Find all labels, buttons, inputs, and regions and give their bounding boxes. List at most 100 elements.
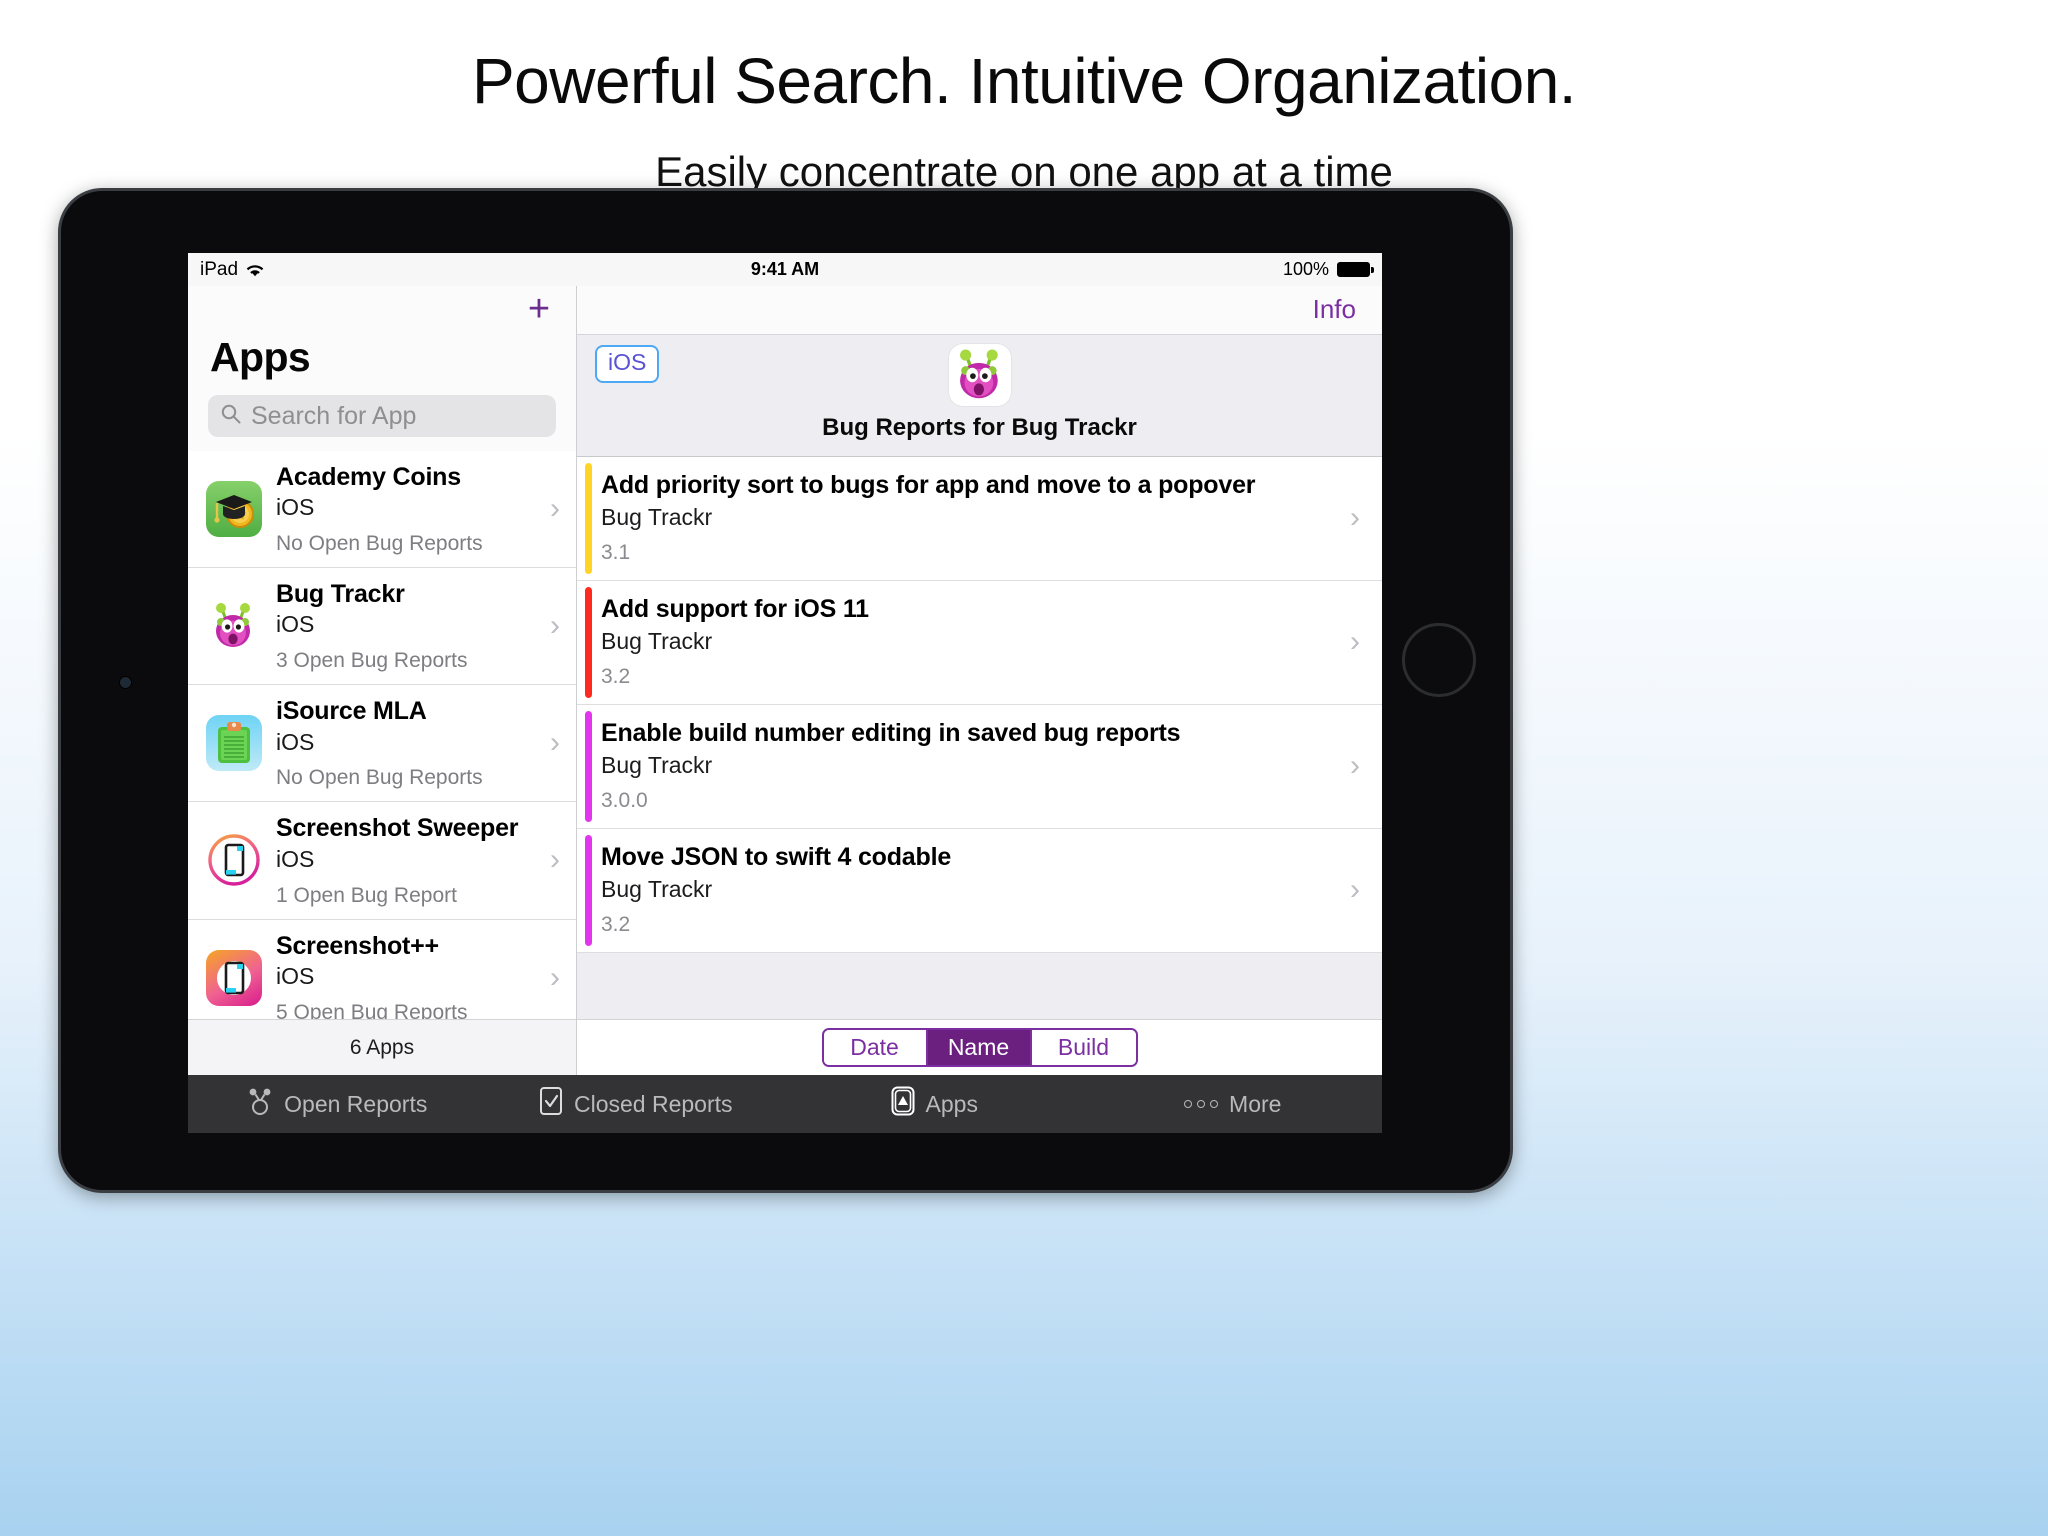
status-bar: iPad 9:41 AM 100% bbox=[188, 253, 1382, 286]
priority-indicator bbox=[585, 835, 592, 946]
app-bug-count: No Open Bug Reports bbox=[276, 532, 483, 556]
table-row[interactable]: Move JSON to swift 4 codable Bug Trackr … bbox=[577, 829, 1382, 953]
open-reports-icon bbox=[247, 1086, 273, 1122]
sort-segment-date[interactable]: Date bbox=[823, 1030, 928, 1065]
split-view: + Apps Search for App Academy Coins iOS … bbox=[188, 286, 1382, 1075]
table-row[interactable]: Enable build number editing in saved bug… bbox=[577, 705, 1382, 829]
screenshot-sweeper-app-icon bbox=[206, 832, 262, 889]
bug-app-name: Bug Trackr bbox=[601, 504, 713, 530]
battery-full-icon bbox=[1337, 262, 1374, 277]
page-title: Apps bbox=[210, 334, 311, 380]
more-dots-icon bbox=[1184, 1100, 1219, 1108]
status-bar-clock: 9:41 AM bbox=[750, 259, 820, 279]
chevron-right-icon: › bbox=[1350, 624, 1360, 658]
list-item-meta: Academy Coins iOS No Open Bug Reports bbox=[276, 462, 530, 556]
status-bar-right: 100% bbox=[1282, 259, 1374, 280]
empty-list-area bbox=[577, 953, 1382, 1019]
tab-label: Apps bbox=[925, 1090, 978, 1117]
bug-app-name: Bug Trackr bbox=[601, 876, 713, 902]
bug-trackr-app-icon bbox=[206, 598, 262, 655]
search-input[interactable] bbox=[251, 401, 544, 431]
list-item-meta: Screenshot++ iOS 5 Open Bug Reports bbox=[276, 931, 530, 1019]
list-item[interactable]: iSource MLA iOS No Open Bug Reports › bbox=[188, 685, 576, 803]
sort-segmented-control[interactable]: Date Name Build bbox=[821, 1028, 1138, 1067]
apps-sidebar: + Apps Search for App Academy Coins iOS … bbox=[188, 286, 577, 1075]
tab-closed-reports[interactable]: Closed Reports bbox=[487, 1086, 786, 1122]
app-platform: iOS bbox=[276, 728, 315, 755]
bug-row-content: Enable build number editing in saved bug… bbox=[601, 718, 1344, 813]
app-bug-count: 1 Open Bug Report bbox=[276, 883, 457, 907]
bug-version: 3.1 bbox=[601, 541, 631, 564]
app-name: iSource MLA bbox=[276, 697, 427, 726]
battery-percent-label: 100% bbox=[1282, 259, 1329, 279]
list-item[interactable]: Screenshot++ iOS 5 Open Bug Reports › bbox=[188, 919, 576, 1019]
app-name: Academy Coins bbox=[276, 463, 461, 491]
priority-indicator bbox=[585, 463, 592, 574]
bug-report-list[interactable]: Add priority sort to bugs for app and mo… bbox=[577, 457, 1382, 953]
front-camera bbox=[119, 676, 132, 689]
bug-title: Enable build number editing in saved bug… bbox=[601, 719, 1181, 747]
chevron-right-icon: › bbox=[550, 609, 560, 643]
detail-app-header: iOS Bug Reports for Bug Trackr bbox=[577, 334, 1382, 457]
search-bar[interactable] bbox=[208, 395, 556, 437]
bug-app-name: Bug Trackr bbox=[601, 752, 713, 778]
tab-label: More bbox=[1229, 1090, 1282, 1117]
priority-indicator bbox=[585, 587, 592, 698]
platform-badge: iOS bbox=[595, 345, 660, 383]
bug-row-content: Move JSON to swift 4 codable Bug Trackr … bbox=[601, 842, 1344, 937]
bug-reports-detail-pane: Info iOS Bug Reports for Bug Trackr Add … bbox=[577, 286, 1382, 1075]
apps-icon bbox=[891, 1086, 915, 1122]
ipad-device-frame: iPad 9:41 AM 100% + Apps Search for App … bbox=[58, 188, 1513, 1193]
chevron-right-icon: › bbox=[550, 960, 560, 994]
app-bug-count: 3 Open Bug Reports bbox=[276, 649, 468, 673]
list-item[interactable]: Academy Coins iOS No Open Bug Reports › bbox=[188, 451, 576, 569]
search-icon bbox=[220, 403, 242, 430]
bug-version: 3.2 bbox=[601, 913, 631, 936]
home-button[interactable] bbox=[1402, 623, 1476, 697]
bug-trackr-app-icon bbox=[948, 344, 1011, 406]
bug-title: Add support for iOS 11 bbox=[601, 595, 869, 623]
chevron-right-icon: › bbox=[1350, 748, 1360, 782]
bug-row-content: Add priority sort to bugs for app and mo… bbox=[601, 470, 1344, 565]
app-name: Bug Trackr bbox=[276, 580, 405, 609]
chevron-right-icon: › bbox=[550, 726, 560, 760]
app-platform: iOS bbox=[276, 611, 315, 638]
chevron-right-icon: › bbox=[1350, 872, 1360, 906]
app-list[interactable]: Academy Coins iOS No Open Bug Reports › bbox=[188, 451, 576, 1019]
list-item[interactable]: Bug Trackr iOS 3 Open Bug Reports › bbox=[188, 568, 576, 686]
bug-title: Move JSON to swift 4 codable bbox=[601, 843, 952, 871]
tab-apps[interactable]: Apps bbox=[785, 1086, 1084, 1122]
tab-more[interactable]: More bbox=[1084, 1091, 1383, 1118]
sort-segment-name[interactable]: Name bbox=[927, 1030, 1032, 1065]
list-item-meta: iSource MLA iOS No Open Bug Reports bbox=[276, 696, 530, 790]
list-item-meta: Bug Trackr iOS 3 Open Bug Reports bbox=[276, 579, 530, 673]
sort-segment-build[interactable]: Build bbox=[1031, 1030, 1136, 1065]
info-button[interactable]: Info bbox=[1313, 294, 1356, 325]
plus-icon[interactable]: + bbox=[524, 290, 554, 328]
sidebar-navbar: + bbox=[188, 286, 576, 334]
table-row[interactable]: Add support for iOS 11 Bug Trackr 3.2 › bbox=[577, 581, 1382, 705]
page-headline: Powerful Search. Intuitive Organization. bbox=[471, 45, 1577, 117]
tab-open-reports[interactable]: Open Reports bbox=[188, 1086, 487, 1122]
tab-label: Open Reports bbox=[284, 1090, 428, 1117]
ipad-screen: iPad 9:41 AM 100% + Apps Search for App … bbox=[188, 253, 1382, 1133]
app-bug-count: No Open Bug Reports bbox=[276, 766, 483, 790]
app-platform: iOS bbox=[276, 962, 315, 989]
bug-version: 3.0.0 bbox=[601, 789, 648, 812]
app-name: Screenshot Sweeper bbox=[276, 814, 519, 843]
bug-row-content: Add support for iOS 11 Bug Trackr 3.2 bbox=[601, 594, 1344, 689]
detail-navbar: Info bbox=[577, 286, 1382, 334]
app-platform: iOS bbox=[276, 494, 315, 521]
chevron-right-icon: › bbox=[550, 843, 560, 877]
bug-version: 3.2 bbox=[601, 665, 631, 688]
bug-app-name: Bug Trackr bbox=[601, 628, 713, 654]
closed-reports-icon bbox=[539, 1086, 563, 1122]
isource-mla-app-icon bbox=[206, 715, 262, 772]
academy-coins-app-icon bbox=[206, 481, 262, 538]
table-row[interactable]: Add priority sort to bugs for app and mo… bbox=[577, 457, 1382, 581]
priority-indicator bbox=[585, 711, 592, 822]
app-name: Screenshot++ bbox=[276, 931, 439, 960]
list-item[interactable]: Screenshot Sweeper iOS 1 Open Bug Report… bbox=[188, 802, 576, 920]
app-count-footer: 6 Apps bbox=[188, 1019, 576, 1075]
app-platform: iOS bbox=[276, 845, 315, 872]
